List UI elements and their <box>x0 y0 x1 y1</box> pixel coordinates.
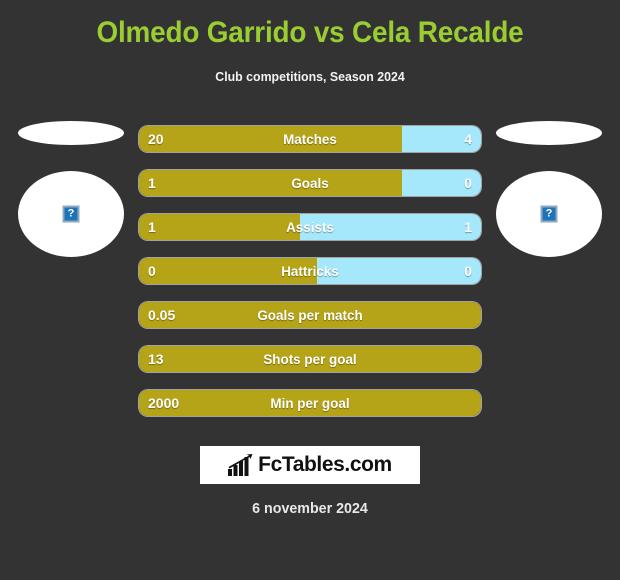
stat-row: 1 Goals 0 <box>139 170 481 196</box>
stat-bar-track <box>139 170 481 196</box>
page-title: Olmedo Garrido vs Cela Recalde <box>96 16 524 49</box>
stat-row: 20 Matches 4 <box>139 126 481 152</box>
stat-bar-home-segment <box>139 302 481 328</box>
stat-row: 0.05 Goals per match <box>139 302 481 328</box>
stat-bar-home-segment <box>139 258 317 284</box>
player-home: ? <box>6 118 136 257</box>
stat-bar-home-segment <box>139 346 481 372</box>
player-away-name-placeholder <box>496 121 602 145</box>
stat-bar-track <box>139 390 481 416</box>
stat-bar-track <box>139 302 481 328</box>
footer-date: 6 november 2024 <box>252 500 368 517</box>
page-subtitle: Club competitions, Season 2024 <box>215 69 405 84</box>
stat-bar-away-segment <box>402 170 481 196</box>
stat-bar-home-segment <box>139 126 403 152</box>
stat-row: 13 Shots per goal <box>139 346 481 372</box>
stat-row: 2000 Min per goal <box>139 390 481 416</box>
broken-image-icon: ? <box>540 205 558 223</box>
stat-bar-track <box>139 214 481 240</box>
stat-row: 1 Assists 1 <box>139 214 481 240</box>
stat-bar-track <box>139 346 481 372</box>
player-home-name-placeholder <box>18 121 124 145</box>
stat-bar-home-segment <box>139 170 403 196</box>
stat-bar-home-segment <box>139 390 481 416</box>
broken-image-icon: ? <box>62 205 80 223</box>
player-home-photo: ? <box>18 171 124 257</box>
stat-bar-track <box>139 258 481 284</box>
fctables-logo-text: FcTables.com <box>258 453 392 476</box>
stat-bar-away-segment <box>316 258 481 284</box>
stat-bar-away-segment <box>299 214 481 240</box>
player-away: ? <box>484 118 614 257</box>
player-away-photo: ? <box>496 171 602 257</box>
bar-chart-icon <box>228 454 253 476</box>
stat-bar-track <box>139 126 481 152</box>
stat-row: 0 Hattricks 0 <box>139 258 481 284</box>
stats-comparison-list: 20 Matches 4 1 Goals 0 1 Assists 1 0 Hattricks 0 0.0… <box>139 126 481 434</box>
fctables-logo[interactable]: FcTables.com <box>200 446 420 484</box>
stat-bar-away-segment <box>402 126 481 152</box>
header: Olmedo Garrido vs Cela Recalde Club comp… <box>0 0 620 84</box>
stat-bar-home-segment <box>139 214 300 240</box>
